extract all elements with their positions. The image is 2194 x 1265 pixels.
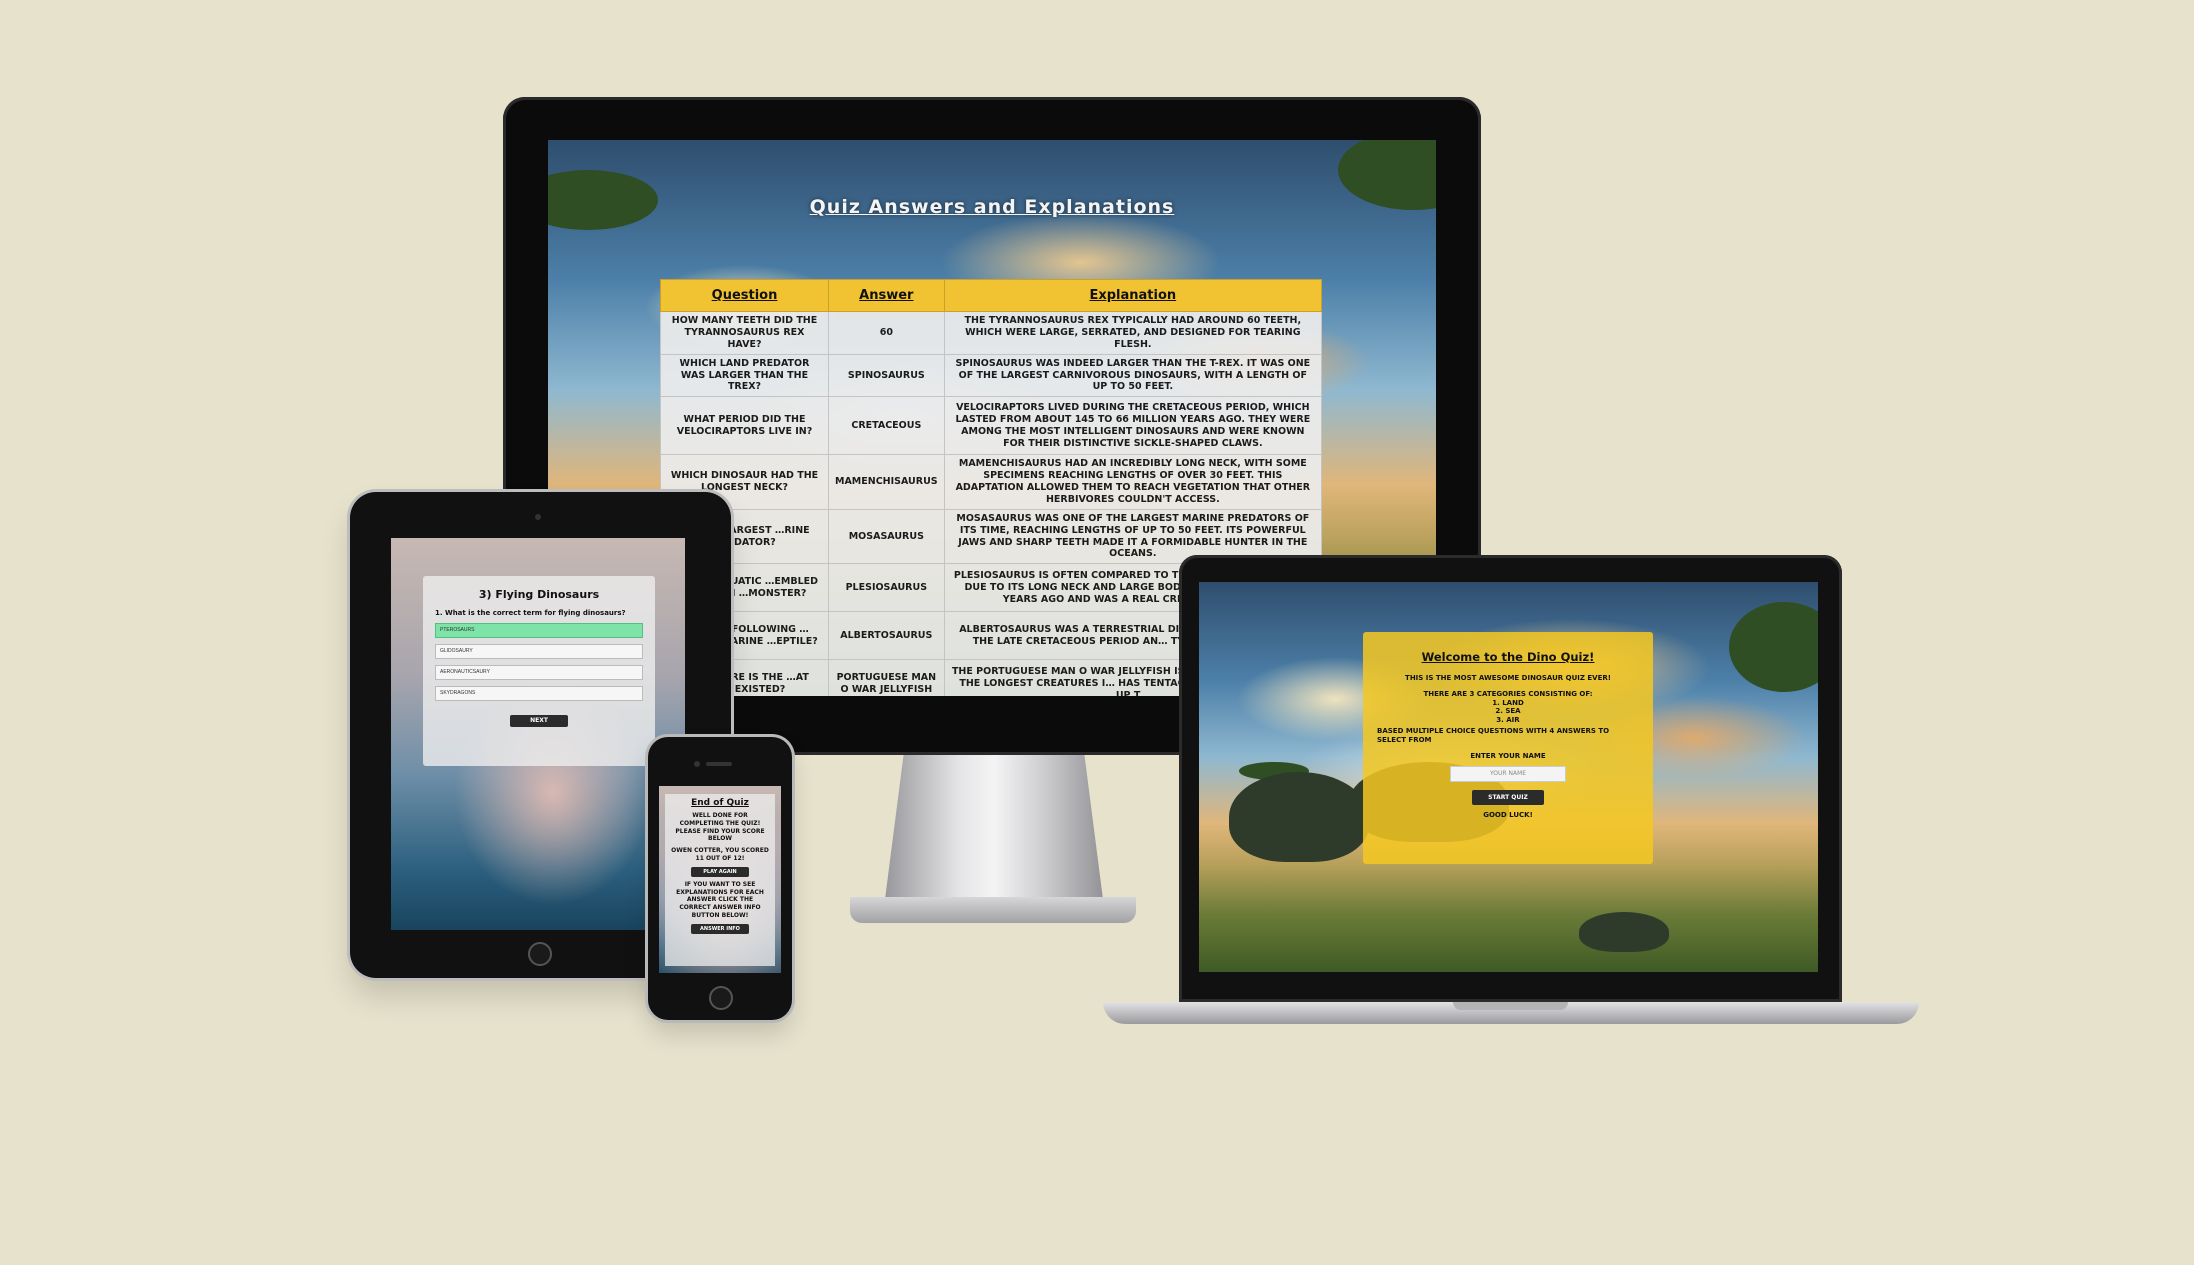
monitor-stand bbox=[884, 755, 1104, 903]
end-panel: End of Quiz Well done for completing the… bbox=[665, 794, 775, 966]
categories-intro: There are 3 categories consisting of: bbox=[1423, 689, 1593, 698]
column-header-explanation: Explanation bbox=[943, 279, 1323, 312]
answer-cell: Mosasaurus bbox=[828, 508, 945, 565]
welcome-intro: This is the most awesome dinosaur quiz e… bbox=[1405, 674, 1611, 682]
answer-cell: Portuguese Man O War Jellyfish bbox=[828, 659, 945, 696]
next-button[interactable]: Next bbox=[510, 715, 568, 727]
monitor-base bbox=[850, 897, 1136, 923]
category-item: 3. Air bbox=[1496, 716, 1520, 724]
table-row: How many teeth did the Tyrannosaurus Rex… bbox=[660, 311, 1323, 355]
question-cell: What period did the velociraptors live i… bbox=[660, 396, 829, 456]
page-title: Quiz Answers and Explanations bbox=[809, 196, 1175, 218]
name-input[interactable]: Your name bbox=[1450, 766, 1566, 782]
dinosaur-decoration bbox=[1579, 912, 1669, 952]
dinosaur-decoration bbox=[1229, 772, 1369, 862]
phone-screen: End of Quiz Well done for completing the… bbox=[659, 786, 781, 973]
info-text: If you want to see explanations for each… bbox=[676, 880, 764, 919]
answer-option[interactable]: Glidosaury bbox=[435, 644, 643, 659]
answer-cell: Spinosaurus bbox=[828, 353, 945, 398]
category-item: 2. Sea bbox=[1495, 707, 1521, 716]
good-luck-text: Good Luck! bbox=[1483, 811, 1533, 819]
question-cell: Which land predator was larger than the … bbox=[660, 353, 829, 398]
category-heading: 3) Flying Dinosaurs bbox=[478, 588, 600, 601]
column-header-question: Question bbox=[660, 279, 829, 312]
home-button-icon bbox=[709, 986, 733, 1010]
answer-cell: 60 bbox=[828, 311, 945, 355]
quiz-question: 1. What is the correct term for flying d… bbox=[435, 609, 626, 617]
explanation-cell: Mamenchisaurus had an incredibly long ne… bbox=[943, 454, 1323, 510]
tablet-screen: 3) Flying Dinosaurs 1. What is the corre… bbox=[391, 538, 685, 930]
score-text: Owen Cotter, you scored 11 out of 12! bbox=[671, 847, 769, 862]
quiz-panel: 3) Flying Dinosaurs 1. What is the corre… bbox=[423, 576, 655, 766]
speaker-icon bbox=[706, 762, 732, 766]
table-row: Which land predator was larger than the … bbox=[660, 353, 1323, 398]
format-text: Based multiple choice questions with 4 a… bbox=[1377, 726, 1610, 744]
play-again-button[interactable]: Play Again bbox=[691, 866, 749, 877]
welcome-panel: Welcome to the Dino Quiz! This is the mo… bbox=[1363, 632, 1653, 864]
start-quiz-button[interactable]: Start Quiz bbox=[1472, 790, 1544, 805]
camera-icon bbox=[694, 761, 700, 767]
category-item: 1. Land bbox=[1492, 698, 1524, 707]
laptop-notch bbox=[1453, 1002, 1568, 1010]
tree-decoration bbox=[1729, 602, 1818, 692]
question-cell: How many teeth did the Tyrannosaurus Rex… bbox=[660, 311, 829, 355]
table-row: Which dinosaur had the longest neck? Mam… bbox=[660, 454, 1323, 510]
home-button-icon bbox=[528, 942, 552, 966]
explanation-cell: The Tyrannosaurus Rex typically had arou… bbox=[943, 311, 1323, 355]
answer-option[interactable]: Pterosaurs bbox=[435, 623, 643, 638]
table-row: What period did the velociraptors live i… bbox=[660, 396, 1323, 456]
answer-cell: Plesiosaurus bbox=[828, 563, 945, 613]
name-label: Enter your name bbox=[1470, 752, 1546, 761]
laptop-screen: Welcome to the Dino Quiz! This is the mo… bbox=[1199, 582, 1818, 972]
answer-info-button[interactable]: Answer Info bbox=[691, 923, 749, 934]
answer-cell: Cretaceous bbox=[828, 396, 945, 456]
answer-option[interactable]: Aeronauticsaury bbox=[435, 665, 643, 680]
welcome-heading: Welcome to the Dino Quiz! bbox=[1421, 650, 1595, 664]
column-header-answer: Answer bbox=[828, 279, 945, 312]
end-heading: End of Quiz bbox=[691, 798, 749, 808]
answer-cell: Mamenchisaurus bbox=[828, 454, 945, 510]
answer-option[interactable]: Skydragons bbox=[435, 686, 643, 701]
camera-icon bbox=[535, 514, 541, 520]
explanation-cell: Spinosaurus was indeed larger than the T… bbox=[943, 353, 1323, 398]
explanation-cell: Velociraptors lived during the Cretaceou… bbox=[943, 396, 1323, 456]
answer-cell: Albertosaurus bbox=[828, 611, 945, 661]
end-message: Well done for completing the quiz! Pleas… bbox=[675, 812, 765, 843]
